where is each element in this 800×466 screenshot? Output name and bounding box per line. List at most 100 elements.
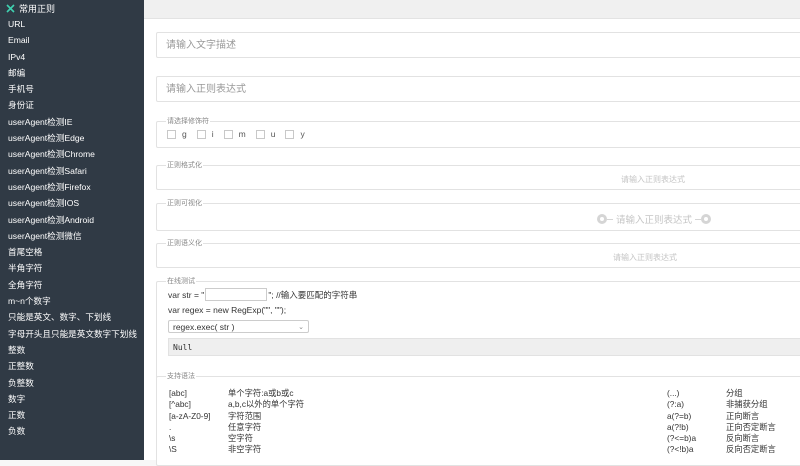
sidebar-item[interactable]: 正数 [0, 407, 144, 423]
sidebar-item[interactable]: 整数 [0, 342, 144, 358]
semantic-placeholder: 请输入正则表达式 [613, 253, 677, 262]
description-input[interactable]: 请输入文字描述 [156, 32, 800, 58]
syntax-description: 反向否定断言 [726, 444, 776, 455]
sidebar-item[interactable]: 正整数 [0, 358, 144, 374]
test-result: Null [168, 338, 800, 356]
flag-option[interactable]: y [285, 129, 305, 139]
connector-left [607, 218, 613, 220]
sidebar-item[interactable]: 数字 [0, 391, 144, 407]
method-select[interactable]: regex.exec( str ) ⌄ [168, 320, 309, 333]
syntax-row: \S 非空字符 (?<!b)a 反向否定断言 [169, 444, 786, 455]
syntax-pattern: (?<=b)a [667, 433, 697, 444]
sidebar-title: 常用正则 [19, 3, 56, 14]
test-string-line: var str = " "; //输入要匹配的字符串 [168, 288, 357, 301]
sidebar-item[interactable]: 邮编 [0, 65, 144, 81]
syntax-pattern: (?:a) [667, 399, 685, 410]
sidebar-list: URL Email IPv4 邮编 手机号 身份证 userAgent检测IE userAge… [0, 16, 144, 440]
sidebar-item[interactable]: 字母开头且只能是英文数字下划线 [0, 326, 144, 342]
sidebar-item[interactable]: 半角字符 [0, 260, 144, 276]
checkbox[interactable] [285, 129, 295, 139]
syntax-description: 反向断言 [726, 433, 760, 444]
close-icon[interactable] [6, 3, 15, 13]
visual-diagram: 请输入正则表达式 [597, 212, 712, 226]
visual-legend: 正则可视化 [166, 199, 203, 208]
flag-option[interactable]: g [167, 129, 187, 139]
checkbox[interactable] [196, 129, 206, 139]
syntax-row: \s 空字符 (?<=b)a 反向断言 [169, 433, 786, 444]
method-select-value: regex.exec( str ) [173, 322, 235, 332]
syntax-pattern: (?<!b)a [667, 444, 694, 455]
visual-fieldset: 正则可视化 请输入正则表达式 [156, 199, 800, 231]
sidebar-item[interactable]: m~n个数字 [0, 293, 144, 309]
syntax-description: 分组 [726, 388, 743, 398]
sidebar-item[interactable]: 负数 [0, 423, 144, 439]
sidebar-item[interactable]: userAgent检测Android [0, 212, 144, 228]
online-test-legend: 在线测试 [166, 277, 196, 286]
syntax-pattern: [^abc] [169, 399, 191, 410]
checkbox[interactable] [255, 129, 265, 139]
flags-row: g im u y [167, 129, 305, 139]
chevron-down-icon: ⌄ [298, 324, 304, 331]
sidebar-item[interactable]: Email [0, 32, 144, 48]
sidebar-item[interactable]: userAgent检测IE [0, 114, 144, 130]
sidebar-item[interactable]: userAgent检测Edge [0, 130, 144, 146]
sidebar-item[interactable]: IPv4 [0, 49, 144, 65]
syntax-pattern: [a-zA-Z0-9] [169, 410, 211, 421]
sidebar-item[interactable]: URL [0, 16, 144, 32]
sidebar-header[interactable]: 常用正则 [0, 0, 144, 16]
sidebar-item[interactable]: 首尾空格 [0, 244, 144, 260]
syntax-row: . 任意字符 a(?!b) 正向否定断言 [169, 422, 786, 433]
regex-input[interactable]: 请输入正则表达式 [156, 76, 800, 102]
sidebar-item[interactable]: 全角字符 [0, 277, 144, 293]
sidebar-item[interactable]: 手机号 [0, 81, 144, 97]
flag-option[interactable]: i [196, 129, 214, 139]
sidebar-item[interactable]: userAgent检测微信 [0, 228, 144, 244]
syntax-description: 正向否定断言 [726, 421, 776, 432]
flags-legend: 请选择修饰符 [166, 117, 210, 126]
sidebar-item[interactable]: userAgent检测Safari [0, 163, 144, 179]
sidebar-item[interactable]: 只能是英文、数字、下划线 [0, 309, 144, 325]
syntax-pattern: \s [169, 433, 176, 444]
syntax-legend: 支持语法 [166, 372, 196, 381]
syntax-pattern: \S [169, 444, 177, 455]
syntax-pattern: (...) [667, 388, 680, 398]
syntax-row: [a-zA-Z0-9] 字符范围 a(?=b) 正向断言 [169, 411, 786, 422]
test-string-input[interactable] [205, 288, 268, 301]
sidebar-item[interactable]: userAgent检测Chrome [0, 146, 144, 162]
checkbox[interactable] [167, 129, 176, 139]
visual-placeholder: 请输入正则表达式 [616, 215, 693, 226]
online-test-fieldset: 在线测试 var str = " "; //输入要匹配的字符串 var rege… [156, 277, 800, 379]
syntax-description: 正向断言 [726, 410, 760, 421]
sidebar: 常用正则 URL Email IPv4 邮编 手机号 身份证 userAgent检测IE us… [0, 0, 144, 460]
syntax-description: 空字符 [228, 433, 253, 444]
syntax-pattern: a(?=b) [667, 410, 692, 421]
flag-option[interactable]: u [255, 129, 276, 139]
sidebar-item[interactable]: userAgent检测IOS [0, 195, 144, 211]
test-line1-suffix: "; //输入要匹配的字符串 [268, 289, 358, 300]
format-placeholder: 请输入正则表达式 [621, 175, 685, 184]
end-node-icon [701, 214, 712, 224]
main-panel: 请输入文字描述 请输入正则表达式 请选择修饰符 g i m u y 正则格式化 请输入正… [144, 19, 800, 466]
syntax-description: 任意字符 [228, 421, 262, 432]
syntax-description: 字符范围 [228, 410, 262, 421]
flag-label: i [211, 129, 214, 139]
semantic-legend: 正则语义化 [166, 239, 203, 248]
flag-label: g [182, 129, 187, 139]
flag-option[interactable]: m [223, 129, 246, 139]
syntax-table: [abc] 单个字符:a或b或c (...) 分组 [^abc] a,b,c以外的单个字符… [169, 388, 786, 456]
top-bar [144, 0, 800, 19]
flag-label: u [270, 129, 276, 139]
sidebar-item[interactable]: userAgent检测Firefox [0, 179, 144, 195]
flag-label: y [300, 129, 305, 139]
syntax-pattern: a(?!b) [667, 421, 689, 432]
start-node-icon [597, 214, 607, 224]
format-legend: 正则格式化 [166, 161, 203, 170]
sidebar-item[interactable]: 负整数 [0, 375, 144, 391]
syntax-row: [^abc] a,b,c以外的单个字符 (?:a) 非捕获分组 [169, 399, 786, 410]
syntax-pattern: [abc] [169, 388, 187, 398]
format-fieldset: 正则格式化 请输入正则表达式 [156, 161, 800, 190]
test-regex-line: var regex = new RegExp("", ""); [168, 305, 287, 315]
syntax-description: 非捕获分组 [726, 399, 768, 410]
sidebar-item[interactable]: 身份证 [0, 97, 144, 113]
checkbox[interactable] [223, 129, 233, 139]
